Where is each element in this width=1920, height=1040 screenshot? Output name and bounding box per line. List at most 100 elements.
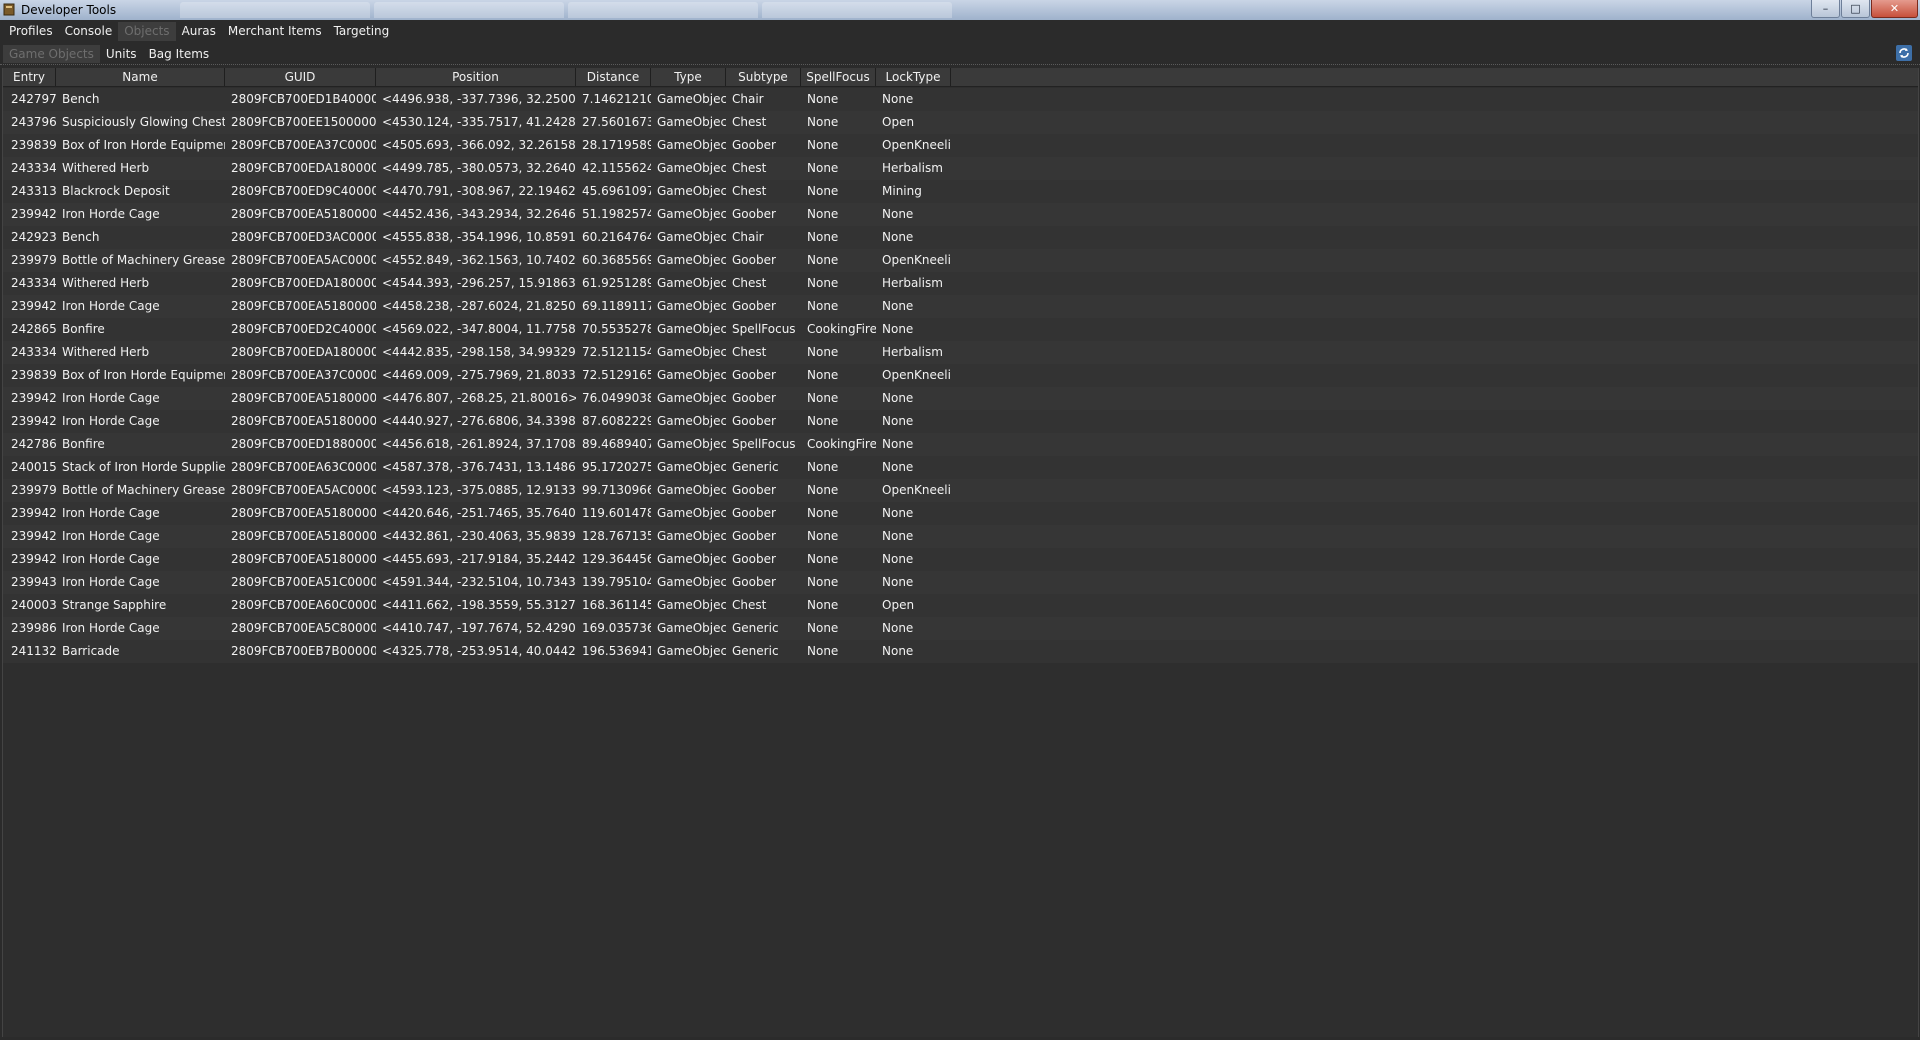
objects-table[interactable]: Entry Name GUID Position Distance Type S…: [2, 68, 1919, 1037]
cell-entry: 243334: [11, 161, 56, 175]
table-row[interactable]: 239986 Iron Horde Cage 2809FCB700EA5C80000…: [3, 617, 1918, 640]
cell-guid: 2809FCB700ED1B4000000: [231, 92, 376, 106]
menu-objects[interactable]: Objects: [118, 22, 176, 41]
cell-guid: 2809FCB700ED9C4000006: [231, 184, 376, 198]
cell-subtype: Goober: [732, 299, 776, 313]
cell-subtype: Goober: [732, 552, 776, 566]
cell-subtype: Chest: [732, 161, 767, 175]
background-taskbar-tabs: [180, 2, 952, 18]
cell-distance: 99.7130966: [582, 483, 651, 497]
cell-spellfocus: None: [807, 230, 839, 244]
column-header-distance[interactable]: Distance: [576, 68, 651, 86]
table-row[interactable]: 239979 Bottle of Machinery Grease 2809FCB7…: [3, 479, 1918, 502]
table-row[interactable]: 239839 Box of Iron Horde Equipment 2809FCB…: [3, 364, 1918, 387]
cell-distance: 70.5535278: [582, 322, 651, 336]
column-header-entry[interactable]: Entry: [3, 68, 56, 86]
column-header-name[interactable]: Name: [56, 68, 225, 86]
cell-locktype: None: [882, 414, 914, 428]
cell-entry: 240003: [11, 598, 56, 612]
cell-spellfocus: None: [807, 276, 839, 290]
table-row[interactable]: 240003 Strange Sapphire 2809FCB700EA60C000…: [3, 594, 1918, 617]
minimize-icon[interactable]: –: [1811, 0, 1840, 18]
cell-position: <4552.849, -362.1563, 10.74022>: [382, 253, 576, 267]
table-row[interactable]: 239942 Iron Horde Cage 2809FCB700EA5180000…: [3, 410, 1918, 433]
cell-name: Blackrock Deposit: [62, 184, 170, 198]
menu-auras[interactable]: Auras: [176, 22, 222, 41]
table-row[interactable]: 239942 Iron Horde Cage 2809FCB700EA5180000…: [3, 525, 1918, 548]
cell-type: GameObject: [657, 161, 726, 175]
cell-subtype: Goober: [732, 575, 776, 589]
cell-type: GameObject: [657, 414, 726, 428]
table-row[interactable]: 239979 Bottle of Machinery Grease 2809FCB7…: [3, 249, 1918, 272]
cell-guid: 2809FCB700EA63C000000: [231, 460, 376, 474]
table-row[interactable]: 239943 Iron Horde Cage 2809FCB700EA51C0000…: [3, 571, 1918, 594]
menu-profiles[interactable]: Profiles: [3, 22, 59, 41]
table-row[interactable]: 243334 Withered Herb 2809FCB700EDA18000000…: [3, 157, 1918, 180]
table-row[interactable]: 242786 Bonfire 2809FCB700ED188000000 <4456.…: [3, 433, 1918, 456]
cell-guid: 2809FCB700EA518000000: [231, 391, 376, 405]
cell-guid: 2809FCB700EA518000001: [231, 207, 376, 221]
cell-distance: 72.5129165: [582, 368, 651, 382]
table-row[interactable]: 243796 Suspiciously Glowing Chest 2809FCB7…: [3, 111, 1918, 134]
column-header-subtype[interactable]: Subtype: [726, 68, 801, 86]
table-row[interactable]: 239942 Iron Horde Cage 2809FCB700EA5180000…: [3, 295, 1918, 318]
refresh-icon[interactable]: [1896, 45, 1912, 61]
table-row[interactable]: 239942 Iron Horde Cage 2809FCB700EA5180000…: [3, 502, 1918, 525]
cell-locktype: None: [882, 621, 914, 635]
cell-guid: 2809FCB700EA5AC000006: [231, 253, 376, 267]
cell-type: GameObject: [657, 506, 726, 520]
cell-type: GameObject: [657, 115, 726, 129]
cell-position: <4499.785, -380.0573, 32.26406>: [382, 161, 576, 175]
cell-name: Box of Iron Horde Equipment: [62, 138, 225, 152]
table-row[interactable]: 242865 Bonfire 2809FCB700ED2C4000000 <4569.…: [3, 318, 1918, 341]
cell-entry: 243313: [11, 184, 56, 198]
cell-entry: 239942: [11, 299, 56, 313]
cell-name: Strange Sapphire: [62, 598, 167, 612]
cell-subtype: Chest: [732, 184, 767, 198]
cell-entry: 239942: [11, 552, 56, 566]
cell-guid: 2809FCB700EA518000001: [231, 414, 376, 428]
column-header-locktype[interactable]: LockType: [876, 68, 951, 86]
column-header-spellfocus[interactable]: SpellFocus: [801, 68, 876, 86]
app-icon: [3, 3, 15, 16]
tab-game-objects[interactable]: Game Objects: [3, 44, 100, 63]
table-row[interactable]: 239942 Iron Horde Cage 2809FCB700EA5180000…: [3, 387, 1918, 410]
cell-locktype: None: [882, 437, 914, 451]
column-header-position[interactable]: Position: [376, 68, 576, 86]
table-row[interactable]: 239839 Box of Iron Horde Equipment 2809FCB…: [3, 134, 1918, 157]
cell-spellfocus: None: [807, 460, 839, 474]
cell-locktype: Open: [882, 598, 915, 612]
cell-spellfocus: None: [807, 506, 839, 520]
table-row[interactable]: 241132 Barricade 2809FCB700EB7B0000000 <432…: [3, 640, 1918, 663]
cell-subtype: SpellFocus: [732, 322, 796, 336]
cell-position: <4455.693, -217.9184, 35.2442>: [382, 552, 576, 566]
cell-spellfocus: None: [807, 299, 839, 313]
cell-type: GameObject: [657, 92, 726, 106]
table-row[interactable]: 243334 Withered Herb 2809FCB700EDA18000000…: [3, 272, 1918, 295]
table-header: Entry Name GUID Position Distance Type S…: [3, 68, 1918, 87]
table-row[interactable]: 243334 Withered Herb 2809FCB700EDA18000000…: [3, 341, 1918, 364]
table-row[interactable]: 239942 Iron Horde Cage 2809FCB700EA5180000…: [3, 203, 1918, 226]
tab-bag-items[interactable]: Bag Items: [143, 45, 216, 63]
tab-units[interactable]: Units: [100, 45, 143, 63]
column-header-type[interactable]: Type: [651, 68, 726, 86]
table-row[interactable]: 242797 Bench 2809FCB700ED1B4000000 <4496.93…: [3, 88, 1918, 111]
cell-spellfocus: None: [807, 391, 839, 405]
cell-distance: 28.1719589: [582, 138, 651, 152]
table-row[interactable]: 242923 Bench 2809FCB700ED3AC000000 <4555.83…: [3, 226, 1918, 249]
cell-spellfocus: None: [807, 253, 839, 267]
menu-console[interactable]: Console: [59, 22, 119, 41]
window-controls: – □ ✕: [1810, 0, 1918, 18]
close-icon[interactable]: ✕: [1871, 0, 1918, 18]
menu-targeting[interactable]: Targeting: [328, 22, 396, 41]
cell-guid: 2809FCB700EDA1800000006: [231, 161, 376, 175]
window-title: Developer Tools: [21, 3, 117, 17]
cell-spellfocus: CookingFire: [807, 437, 876, 451]
table-row[interactable]: 239942 Iron Horde Cage 2809FCB700EA5180000…: [3, 548, 1918, 571]
column-header-guid[interactable]: GUID: [225, 68, 376, 86]
maximize-icon[interactable]: □: [1841, 0, 1870, 18]
menu-merchant-items[interactable]: Merchant Items: [222, 22, 328, 41]
background-tab: [762, 2, 952, 18]
table-row[interactable]: 240015 Stack of Iron Horde Supplies 2809FC…: [3, 456, 1918, 479]
table-row[interactable]: 243313 Blackrock Deposit 2809FCB700ED9C400…: [3, 180, 1918, 203]
